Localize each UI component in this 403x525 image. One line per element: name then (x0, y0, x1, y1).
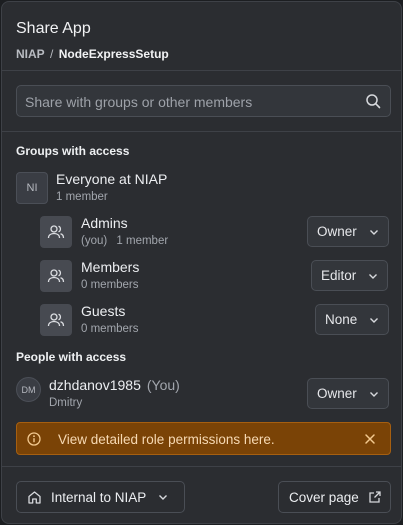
role-dropdown-admins[interactable]: Owner (307, 216, 389, 247)
info-icon (27, 432, 41, 446)
you-tag: (you) (81, 235, 108, 247)
search-divider (2, 131, 401, 132)
close-icon[interactable] (364, 433, 376, 445)
home-icon (28, 490, 41, 504)
dialog-header: Share App NIAP / NodeExpressSetup (16, 20, 387, 61)
permissions-link[interactable]: View detailed role permissions here. (58, 432, 275, 447)
members-group-avatar (40, 260, 72, 292)
username: dzhdanov1985 (49, 377, 141, 393)
guests-group-avatar (40, 304, 72, 336)
group-members-guests: 0 members (81, 323, 139, 335)
chevron-down-icon (159, 495, 168, 500)
breadcrumb-app: NodeExpressSetup (58, 47, 169, 61)
cover-page-button[interactable]: Cover page (278, 481, 391, 513)
people-section-label: People with access (16, 350, 127, 364)
external-link-icon (369, 491, 381, 503)
breadcrumb: NIAP / NodeExpressSetup (16, 47, 387, 61)
header-divider (2, 70, 401, 71)
member-count: 1 member (116, 235, 169, 247)
role-label: Owner (317, 386, 357, 401)
org-avatar: NI (16, 172, 48, 204)
chevron-down-icon (369, 391, 378, 397)
org-group-name: Everyone at NIAP (56, 171, 168, 187)
search-icon[interactable] (365, 93, 381, 109)
cover-page-label: Cover page (289, 489, 359, 505)
person-display-name: Dmitry (49, 397, 83, 409)
users-icon (47, 225, 65, 239)
role-dropdown-guests[interactable]: None (315, 304, 390, 335)
person-username: dzhdanov1985 (You) (49, 377, 180, 393)
role-label: None (325, 312, 358, 327)
chevron-down-icon (369, 229, 378, 235)
chevron-down-icon (370, 317, 379, 323)
breadcrumb-separator: / (50, 47, 54, 61)
role-dropdown-person[interactable]: Owner (307, 378, 389, 409)
search-input[interactable] (25, 92, 355, 112)
group-members-members: 0 members (81, 279, 139, 291)
share-app-dialog: Share App NIAP / NodeExpressSetup Groups… (1, 1, 402, 524)
users-icon (47, 269, 65, 283)
role-dropdown-members[interactable]: Editor (311, 260, 389, 291)
users-icon (47, 313, 65, 327)
chevron-down-icon (369, 273, 378, 279)
org-group-members: 1 member (56, 191, 108, 203)
footer-divider (2, 466, 401, 467)
avatar: DM (16, 377, 41, 402)
group-name-admins: Admins (81, 215, 128, 231)
search-box[interactable] (16, 85, 391, 117)
group-name-guests: Guests (81, 303, 126, 319)
role-label: Editor (321, 268, 357, 283)
dialog-title: Share App (16, 20, 91, 37)
visibility-label: Internal to NIAP (51, 489, 147, 505)
you-tag: (You) (146, 377, 180, 393)
group-name-members: Members (81, 259, 140, 275)
groups-section-label: Groups with access (16, 144, 130, 158)
role-label: Owner (317, 224, 357, 239)
breadcrumb-org[interactable]: NIAP (16, 47, 45, 61)
visibility-dropdown[interactable]: Internal to NIAP (16, 481, 185, 513)
admins-group-avatar (40, 216, 72, 248)
role-permissions-banner: View detailed role permissions here. (16, 422, 391, 455)
group-members-admins: (you) 1 member (81, 235, 168, 247)
